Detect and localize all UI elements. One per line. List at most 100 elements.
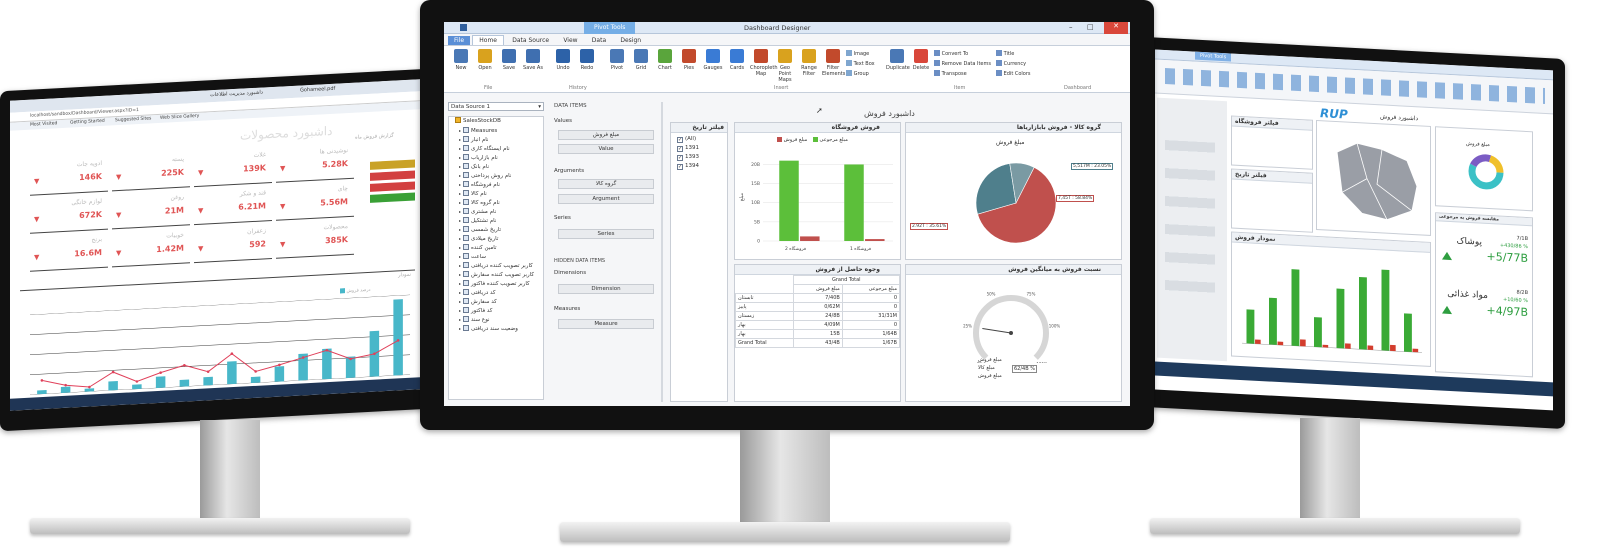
expand-icon[interactable]: ▸: [459, 281, 461, 286]
ribbon-button[interactable]: Redo: [576, 49, 598, 71]
datasource-select[interactable]: Data Source 1 ▾: [448, 102, 544, 111]
filter-item[interactable]: ✓ 1391: [675, 144, 723, 153]
value-well-measure[interactable]: مبلغ فروش: [558, 130, 654, 140]
checkbox[interactable]: ✓: [677, 137, 683, 143]
tab-data-source[interactable]: Data Source: [506, 36, 555, 45]
measure-well[interactable]: Measure: [558, 319, 654, 329]
tree-item[interactable]: ▸ کاربر تصویب کننده دریافتی: [449, 261, 543, 270]
tab-data[interactable]: Data: [586, 36, 612, 45]
expand-icon[interactable]: ▸: [459, 191, 461, 196]
value-well[interactable]: Value: [558, 144, 654, 154]
argument-well-dimension[interactable]: گروه کالا: [558, 179, 654, 189]
right-store-filter[interactable]: فیلتر فروشگاه: [1231, 115, 1313, 170]
ribbon-button[interactable]: Pivot: [606, 49, 628, 71]
ribbon-button[interactable]: Convert To: [934, 50, 994, 57]
context-tab[interactable]: Pivot Tools: [1195, 51, 1232, 62]
maximize-button[interactable]: □: [1087, 23, 1094, 31]
tree-item[interactable]: ▸ Measures: [449, 126, 543, 135]
expand-icon[interactable]: ▸: [459, 272, 461, 277]
tab-view[interactable]: View: [557, 36, 583, 45]
tree-item[interactable]: ▸ نام انبار: [449, 135, 543, 144]
expand-icon[interactable]: ▸: [459, 182, 461, 187]
ribbon-button[interactable]: Group: [846, 70, 882, 77]
ribbon-button[interactable]: Duplicate: [886, 49, 910, 71]
bookmark[interactable]: Suggested Sites: [115, 116, 151, 123]
tab-file[interactable]: File: [448, 36, 471, 45]
expand-icon[interactable]: ▸: [459, 146, 461, 151]
tree-item[interactable]: ▸ کد سفارش: [449, 297, 543, 306]
tree-item[interactable]: ▸ ساعت: [449, 252, 543, 261]
tree-item[interactable]: ▸ نام تشتکیل: [449, 216, 543, 225]
tree-item[interactable]: ▸ کد دریافتی: [449, 288, 543, 297]
ribbon-button[interactable]: Image: [846, 50, 882, 57]
ribbon-button[interactable]: Save: [498, 49, 520, 71]
tree-item[interactable]: ▸ نوع سند: [449, 315, 543, 324]
ribbon-button[interactable]: Save As: [522, 49, 544, 71]
tree-item[interactable]: ▸ کد فاکتور: [449, 306, 543, 315]
expand-icon[interactable]: ▸: [459, 227, 461, 232]
tree-item[interactable]: ▸ نام کالا: [449, 189, 543, 198]
ribbon-button[interactable]: New: [450, 49, 472, 71]
ribbon-button[interactable]: Gauges: [702, 49, 724, 71]
bookmark[interactable]: Web Slice Gallery: [160, 114, 199, 121]
ribbon-button[interactable]: Open: [474, 49, 496, 71]
ribbon-button[interactable]: Undo: [552, 49, 574, 71]
bookmark[interactable]: Getting Started: [70, 119, 105, 126]
filter-item[interactable]: ✓ 1394: [675, 162, 723, 171]
tree-item[interactable]: ▸ وضعیت سند دریافتی: [449, 324, 543, 333]
ribbon-button[interactable]: Pies: [678, 49, 700, 71]
ribbon-button[interactable]: Text Box: [846, 60, 882, 67]
tree-item[interactable]: ▸ تاریخ شمسی: [449, 225, 543, 234]
expand-icon[interactable]: ▸: [459, 263, 461, 268]
tree-item[interactable]: ▸ تاریخ میلادی: [449, 234, 543, 243]
tree-item[interactable]: ▸ تامین کننده: [449, 243, 543, 252]
ribbon-button[interactable]: Range Filter: [798, 49, 820, 77]
expand-icon[interactable]: ▸: [459, 173, 461, 178]
tree-item[interactable]: ▸ نام بازاریاب: [449, 153, 543, 162]
expand-icon[interactable]: ▸: [459, 299, 461, 304]
context-tab[interactable]: Pivot Tools: [584, 22, 636, 34]
expand-icon[interactable]: ▸: [459, 308, 461, 313]
minimize-button[interactable]: –: [1069, 23, 1073, 31]
checkbox[interactable]: ✓: [677, 164, 683, 170]
tree-root[interactable]: SalesStockDB: [449, 117, 543, 126]
expand-icon[interactable]: ▸: [459, 254, 461, 259]
expand-icon[interactable]: ▸: [459, 209, 461, 214]
expand-icon[interactable]: ▸: [459, 245, 461, 250]
tree-item[interactable]: ▸ کاربر تصویب کننده سفارش: [449, 270, 543, 279]
ribbon-button[interactable]: Choropleth Map: [750, 49, 778, 77]
tree-item[interactable]: ▸ نام بانک: [449, 162, 543, 171]
argument-well[interactable]: Argument: [558, 194, 654, 204]
ribbon-button[interactable]: Transpose: [934, 70, 994, 77]
ribbon-button[interactable]: Remove Data Items: [934, 60, 994, 67]
expand-icon[interactable]: ▸: [459, 155, 461, 160]
expand-icon[interactable]: ▸: [459, 128, 461, 133]
expand-icon[interactable]: ▸: [459, 218, 461, 223]
expand-icon[interactable]: ▸: [459, 326, 461, 331]
ribbon-button[interactable]: Edit Colors: [996, 70, 1056, 77]
close-button[interactable]: ✕: [1104, 22, 1128, 34]
ribbon-button[interactable]: Currency: [996, 60, 1056, 67]
bookmark[interactable]: Most Visited: [30, 121, 57, 127]
tree-item[interactable]: ▸ نام روش پرداختی: [449, 171, 543, 180]
expand-icon[interactable]: ▸: [459, 137, 461, 142]
dimension-well[interactable]: Dimension: [558, 284, 654, 294]
tree-item[interactable]: ▸ نام گروه کالا: [449, 198, 543, 207]
browser-tab[interactable]: داشبورد مدیریت اطلاعات: [210, 89, 263, 98]
checkbox[interactable]: ✓: [677, 146, 683, 152]
checkbox[interactable]: ✓: [677, 155, 683, 161]
splitter[interactable]: [661, 102, 663, 402]
tree-item[interactable]: ▸ نام ایستگاه کاری: [449, 144, 543, 153]
tab-design[interactable]: Design: [614, 36, 647, 45]
expand-icon[interactable]: ▸: [459, 290, 461, 295]
ribbon-button[interactable]: Chart: [654, 49, 676, 71]
filter-item[interactable]: ✓ 1393: [675, 153, 723, 162]
tree-item[interactable]: ▸ کاربر تصویب کننده فاکتور: [449, 279, 543, 288]
expand-icon[interactable]: ▸: [459, 317, 461, 322]
expand-icon[interactable]: ▸: [459, 164, 461, 169]
expand-icon[interactable]: ▸: [459, 200, 461, 205]
save-icon[interactable]: [460, 24, 467, 31]
ribbon-button[interactable]: Cards: [726, 49, 748, 71]
ribbon-button[interactable]: Delete: [910, 49, 932, 71]
browser-tab[interactable]: Gohameel.pdf: [300, 86, 335, 94]
